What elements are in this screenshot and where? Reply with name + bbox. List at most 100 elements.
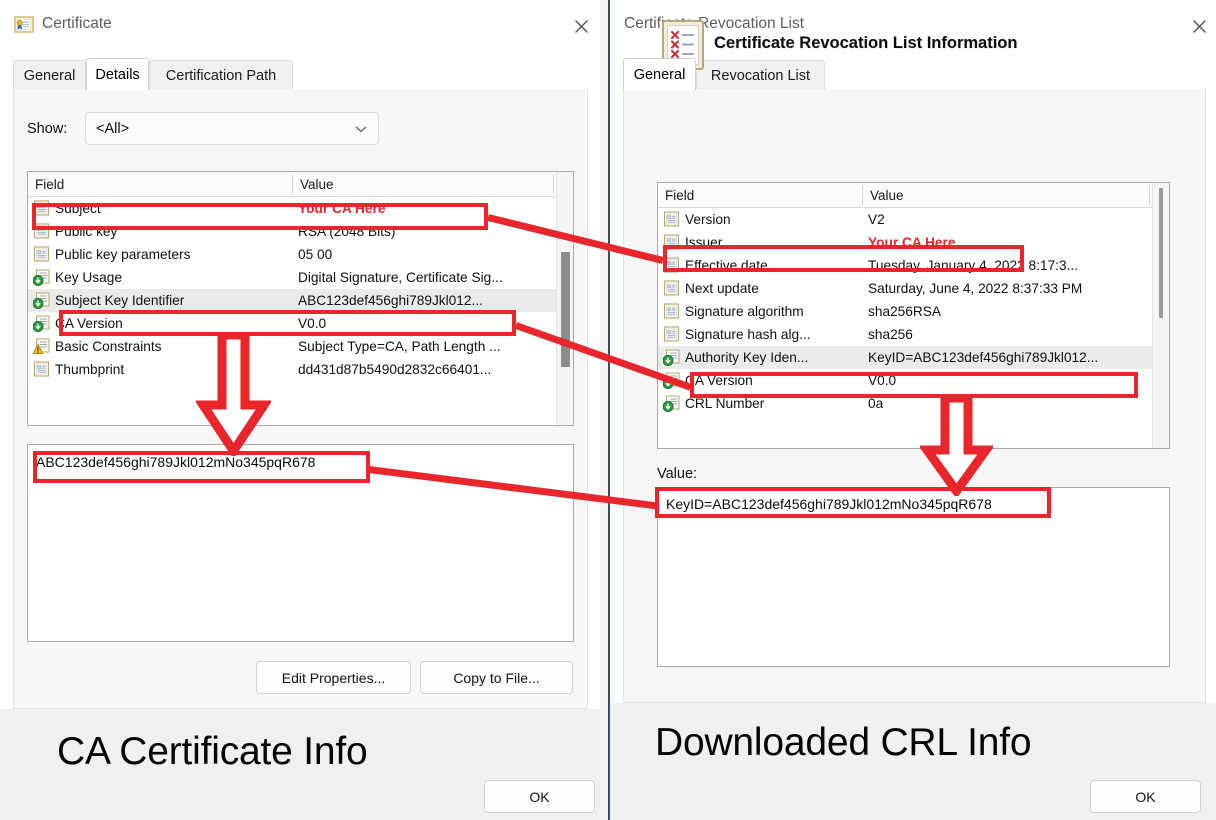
edit-properties-button[interactable]: Edit Properties... (256, 661, 411, 694)
copy-to-file-label: Copy to File... (453, 669, 540, 686)
crl-ok-button[interactable]: OK (1090, 780, 1201, 813)
row-field-name: Issuer (685, 235, 723, 250)
row-field-name: Thumbprint (55, 362, 125, 377)
table-row[interactable]: Effective date Tuesday, January 4, 2022 8… (658, 254, 1169, 277)
crl-field-list[interactable]: Field Value Version V2 Issuer Your CA Here E… (657, 182, 1170, 449)
row-field-value: Your CA Here (298, 201, 386, 216)
certificate-close-button[interactable] (559, 10, 603, 42)
show-combobox-value: <All> (96, 120, 130, 137)
certificate-field-rows: Subject Your CA Here Public key RSA (2048 B… (28, 197, 573, 425)
tab-details-label: Details (95, 66, 140, 83)
table-row[interactable]: CA Version V0.0 (658, 369, 1169, 392)
table-row[interactable]: CA Version V0.0 (28, 312, 573, 335)
certificate-window: Certificate General Details Certificatio… (0, 0, 601, 820)
row-field-value: Digital Signature, Certificate Sig... (298, 270, 503, 285)
row-field-value: dd431d87b5490d2832c66401... (298, 362, 492, 377)
row-field-value: Saturday, June 4, 2022 8:37:33 PM (868, 281, 1083, 296)
certificate-list-scroll-thumb[interactable] (561, 252, 570, 367)
tab-details[interactable]: Details (86, 58, 149, 90)
certificate-field-icon (33, 246, 50, 263)
crl-value-text: KeyID=ABC123def456ghi789Jkl012mNo345pqR6… (666, 496, 992, 512)
table-row[interactable]: Signature algorithm sha256RSA (658, 300, 1169, 323)
table-row[interactable]: Signature hash alg... sha256 (658, 323, 1169, 346)
certificate-field-list[interactable]: Field Value Subject Your CA Here Public ke… (27, 171, 574, 426)
extension-field-icon (662, 372, 680, 389)
certificate-field-icon (663, 280, 680, 297)
show-combobox[interactable]: <All> (85, 112, 379, 145)
crl-value-label: Value: (657, 466, 698, 482)
row-field-value: sha256RSA (868, 304, 942, 319)
certificate-field-icon (663, 257, 680, 274)
crl-info-heading: Certificate Revocation List Information (714, 34, 1018, 52)
certificate-icon (14, 16, 34, 34)
extension-field-icon (662, 395, 680, 412)
crl-close-button[interactable] (1177, 10, 1216, 42)
row-field-value: V2 (868, 212, 885, 227)
table-row[interactable]: Public key parameters 05 00 (28, 243, 573, 266)
table-row[interactable]: Thumbprint dd431d87b5490d2832c66401... (28, 358, 573, 381)
tab-certification-path[interactable]: Certification Path (149, 60, 293, 90)
table-row[interactable]: Basic Constraints Subject Type=CA, Path L… (28, 335, 573, 358)
row-field-value: Tuesday, January 4, 2022 8:17:3... (868, 258, 1079, 273)
certificate-field-list-header: Field Value (28, 172, 573, 197)
table-row[interactable]: CRL Number 0a (658, 392, 1169, 415)
left-caption: CA Certificate Info (57, 730, 368, 773)
tab-revocation-list-label: Revocation List (710, 67, 811, 84)
close-icon (574, 19, 588, 33)
certificate-field-icon (33, 200, 50, 217)
certificate-value-text: ABC123def456ghi789Jkl012mNo345pqR678 (36, 454, 316, 470)
row-field-name: CRL Number (685, 396, 765, 411)
column-header-field[interactable]: Field (28, 172, 292, 196)
row-field-name: Authority Key Iden... (685, 350, 809, 365)
edit-properties-label: Edit Properties... (281, 669, 386, 686)
tab-general[interactable]: General (13, 60, 86, 90)
table-row[interactable]: Issuer Your CA Here (658, 231, 1169, 254)
table-row[interactable]: Next update Saturday, June 4, 2022 8:37:3… (658, 277, 1169, 300)
crl-window-title: Certificate Revocation List (624, 15, 805, 32)
tab-revocation-list[interactable]: Revocation List (696, 60, 825, 90)
show-label: Show: (27, 121, 68, 137)
table-row[interactable]: Public key RSA (2048 Bits) (28, 220, 573, 243)
crl-tabstrip: General Revocation List (623, 58, 1206, 90)
certificate-list-scrollbar[interactable] (556, 172, 573, 425)
certificate-field-icon (663, 211, 680, 228)
crl-value-box[interactable]: KeyID=ABC123def456ghi789Jkl012mNo345pqR6… (657, 487, 1170, 667)
row-field-name: CA Version (55, 316, 123, 331)
right-caption: Downloaded CRL Info (655, 721, 1032, 764)
crl-list-scrollbar[interactable] (1152, 183, 1169, 448)
column-header-value[interactable]: Value (293, 172, 553, 196)
table-row[interactable]: Version V2 (658, 208, 1169, 231)
screenshot-root: Certificate General Details Certificatio… (0, 0, 1216, 820)
extension-field-icon (32, 269, 50, 286)
tab-certification-path-label: Certification Path (165, 67, 277, 84)
table-row[interactable]: Subject Your CA Here (28, 197, 573, 220)
crl-ok-label: OK (1135, 788, 1156, 805)
crl-field-list-header: Field Value (658, 183, 1169, 208)
certificate-field-icon (33, 223, 50, 240)
tab-general-label: General (23, 67, 76, 84)
certificate-field-icon (663, 234, 680, 251)
row-field-value: Subject Type=CA, Path Length ... (298, 339, 501, 354)
table-row[interactable]: Subject Key Identifier ABC123def456ghi789… (28, 289, 573, 312)
row-field-value: V0.0 (298, 316, 327, 331)
table-row[interactable]: Key Usage Digital Signature, Certificate … (28, 266, 573, 289)
row-field-value: sha256 (868, 327, 913, 342)
certificate-value-box[interactable]: ABC123def456ghi789Jkl012mNo345pqR678 (27, 444, 574, 642)
table-row[interactable]: Authority Key Iden... KeyID=ABC123def456g… (658, 346, 1169, 369)
row-field-value: V0.0 (868, 373, 897, 388)
copy-to-file-button[interactable]: Copy to File... (420, 661, 573, 694)
crl-column-header-field[interactable]: Field (658, 183, 862, 207)
row-field-name: Public key parameters (55, 247, 191, 262)
crl-column-header-value[interactable]: Value (863, 183, 1149, 207)
crl-field-rows: Version V2 Issuer Your CA Here Effective dat… (658, 208, 1169, 448)
row-field-value: 0a (868, 396, 884, 411)
row-field-value: 05 00 (298, 247, 333, 262)
row-field-name: Signature hash alg... (685, 327, 811, 342)
certificate-ok-button-2[interactable]: OK (484, 780, 595, 813)
certificate-tabstrip: General Details Certification Path (13, 58, 588, 90)
crl-list-scroll-thumb[interactable] (1159, 188, 1163, 318)
tab-crl-general[interactable]: General (623, 58, 696, 90)
row-field-name: CA Version (685, 373, 753, 388)
chevron-down-icon (355, 120, 367, 138)
extension-field-icon (32, 315, 50, 332)
